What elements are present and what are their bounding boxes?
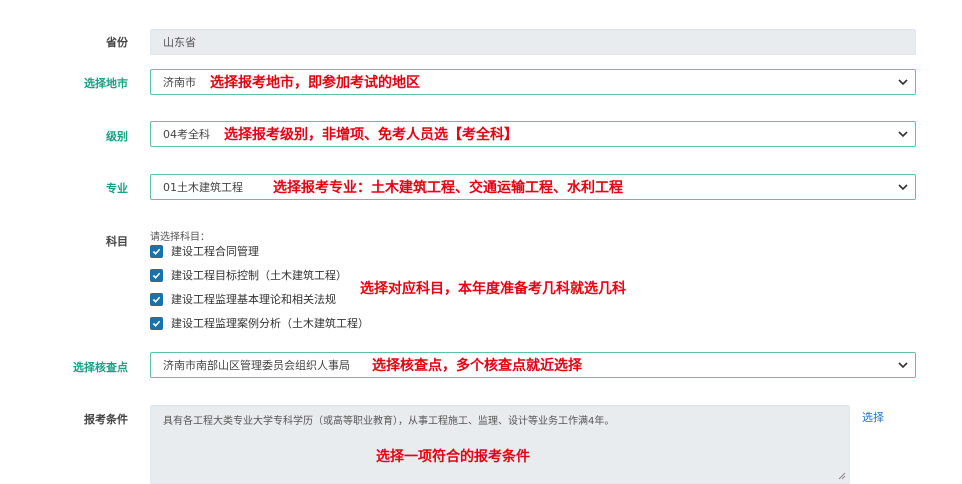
city-label: 选择地市 <box>84 77 128 90</box>
level-annotation: 选择报考级别，非增项、免考人员选【考全科】 <box>224 127 518 143</box>
checkbox-checked-icon[interactable] <box>150 292 163 306</box>
conditions-annotation: 选择一项符合的报考条件 <box>376 449 530 465</box>
subject-label: 建设工程目标控制（土木建筑工程） <box>171 269 347 282</box>
conditions-textarea: 具有各工程大类专业大学专科学历（或高等职业教育），从事工程施工、监理、设计等业务… <box>150 405 850 484</box>
subjects-annotation: 选择对应科目，本年度准备考几科就选几科 <box>360 281 626 297</box>
level-value: 04考全科 <box>163 128 210 141</box>
subject-item[interactable]: 建设工程监理案例分析（土木建筑工程） <box>150 315 369 331</box>
subject-label: 建设工程监理案例分析（土木建筑工程） <box>171 317 369 330</box>
major-annotation: 选择报考专业：土木建筑工程、交通运输工程、水利工程 <box>273 180 623 196</box>
checkpoint-annotation: 选择核查点，多个核查点就近选择 <box>372 358 582 374</box>
subject-item[interactable]: 建设工程目标控制（土木建筑工程） <box>150 267 347 283</box>
checkpoint-value: 济南市南部山区管理委员会组织人事局 <box>163 359 350 372</box>
chevron-down-icon <box>898 362 908 369</box>
major-value: 01土木建筑工程 <box>163 181 243 194</box>
resize-handle-icon[interactable] <box>838 472 846 480</box>
checkpoint-select[interactable]: 济南市南部山区管理委员会组织人事局 选择核查点，多个核查点就近选择 <box>150 352 916 378</box>
chevron-down-icon <box>898 79 908 86</box>
subject-item[interactable]: 建设工程合同管理 <box>150 243 259 259</box>
level-label: 级别 <box>106 130 128 143</box>
checkbox-checked-icon[interactable] <box>150 316 163 330</box>
select-conditions-link[interactable]: 选择 <box>862 409 884 425</box>
subject-item[interactable]: 建设工程监理基本理论和相关法规 <box>150 291 336 307</box>
subject-label: 建设工程监理基本理论和相关法规 <box>171 293 336 306</box>
major-label: 专业 <box>106 182 128 195</box>
province-value: 山东省 <box>163 36 196 49</box>
chevron-down-icon <box>898 131 908 138</box>
level-select[interactable]: 04考全科 选择报考级别，非增项、免考人员选【考全科】 <box>150 121 916 147</box>
checkbox-checked-icon[interactable] <box>150 244 163 258</box>
city-value: 济南市 <box>163 76 196 89</box>
city-select[interactable]: 济南市 选择报考地市，即参加考试的地区 <box>150 69 916 95</box>
major-select[interactable]: 01土木建筑工程 选择报考专业：土木建筑工程、交通运输工程、水利工程 <box>150 174 916 200</box>
subjects-hint: 请选择科目： <box>150 232 210 243</box>
city-annotation: 选择报考地市，即参加考试的地区 <box>210 75 420 91</box>
province-field: 山东省 <box>150 29 916 55</box>
checkpoint-label: 选择核查点 <box>73 361 128 374</box>
conditions-value: 具有各工程大类专业大学专科学历（或高等职业教育），从事工程施工、监理、设计等业务… <box>163 416 615 427</box>
province-label: 省份 <box>106 36 128 49</box>
subject-label: 建设工程合同管理 <box>171 245 259 258</box>
conditions-label: 报考条件 <box>84 413 128 426</box>
chevron-down-icon <box>898 184 908 191</box>
checkbox-checked-icon[interactable] <box>150 268 163 282</box>
subjects-label: 科目 <box>106 235 128 248</box>
